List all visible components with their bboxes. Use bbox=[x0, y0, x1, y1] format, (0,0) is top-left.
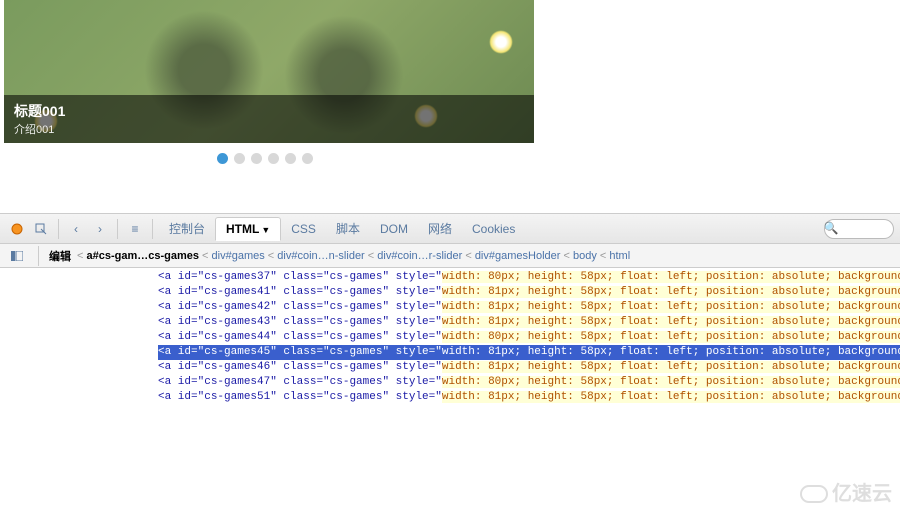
code-line[interactable]: <a id="cs-games42" class="cs-games" styl… bbox=[158, 300, 900, 315]
devtools-panel: ‹ › ≡ 控制台HTML▼CSS脚本DOM网络Cookies 🔍 编辑 < a… bbox=[0, 213, 900, 407]
breadcrumb-item[interactable]: div#coin…r-slider bbox=[377, 250, 462, 262]
breadcrumb-item[interactable]: div#gamesHolder bbox=[475, 250, 561, 262]
code-line[interactable]: <a id="cs-games43" class="cs-games" styl… bbox=[158, 315, 900, 330]
search-input[interactable] bbox=[824, 219, 894, 239]
code-line[interactable]: <a id="cs-games47" class="cs-games" styl… bbox=[158, 375, 900, 390]
firebug-icon[interactable] bbox=[6, 218, 28, 240]
carousel-dot[interactable] bbox=[234, 153, 245, 164]
left-pane-icon[interactable] bbox=[6, 245, 28, 267]
back-icon[interactable]: ‹ bbox=[65, 218, 87, 240]
breadcrumb-item[interactable]: body bbox=[573, 250, 597, 262]
carousel-dot[interactable] bbox=[217, 153, 228, 164]
code-line[interactable]: <a id="cs-games51" class="cs-games" styl… bbox=[158, 390, 900, 405]
devtools-tab[interactable]: DOM bbox=[370, 218, 418, 240]
carousel-dot[interactable] bbox=[268, 153, 279, 164]
code-line[interactable]: <a id="cs-games41" class="cs-games" styl… bbox=[158, 285, 900, 300]
html-code-view[interactable]: <a id="cs-games37" class="cs-games" styl… bbox=[0, 268, 900, 407]
breadcrumb-item[interactable]: html bbox=[609, 250, 630, 262]
devtools-tab[interactable]: Cookies bbox=[462, 218, 525, 240]
devtools-body: <a id="cs-games37" class="cs-games" styl… bbox=[0, 268, 900, 407]
edit-button[interactable]: 编辑 bbox=[49, 248, 71, 264]
image-carousel[interactable]: 标题001 介绍001 bbox=[4, 0, 534, 143]
search-wrap: 🔍 bbox=[806, 219, 894, 239]
caption-subtitle: 介绍001 bbox=[14, 121, 524, 137]
caption-title: 标题001 bbox=[14, 101, 524, 121]
devtools-tab[interactable]: 控制台 bbox=[159, 218, 215, 240]
devtools-tab[interactable]: CSS bbox=[281, 218, 326, 240]
code-line[interactable]: <a id="cs-games46" class="cs-games" styl… bbox=[158, 360, 900, 375]
carousel-caption: 标题001 介绍001 bbox=[4, 95, 534, 143]
devtools-tab[interactable]: 网络 bbox=[418, 218, 462, 240]
devtools-subbar: 编辑 < a#cs-gam…cs-games < div#games < div… bbox=[0, 244, 900, 268]
code-line[interactable]: <a id="cs-games45" class="cs-games" styl… bbox=[158, 345, 900, 360]
breadcrumb-item[interactable]: div#coin…n-slider bbox=[277, 250, 364, 262]
devtools-tab[interactable]: 脚本 bbox=[326, 218, 370, 240]
menu-icon[interactable]: ≡ bbox=[124, 218, 146, 240]
devtools-toolbar: ‹ › ≡ 控制台HTML▼CSS脚本DOM网络Cookies 🔍 bbox=[0, 214, 900, 244]
carousel-dot[interactable] bbox=[302, 153, 313, 164]
inspect-icon[interactable] bbox=[30, 218, 52, 240]
carousel-dot[interactable] bbox=[285, 153, 296, 164]
devtools-tab[interactable]: HTML▼ bbox=[215, 217, 281, 241]
breadcrumb-item[interactable]: a#cs-gam…cs-games bbox=[86, 250, 199, 262]
carousel-dot[interactable] bbox=[251, 153, 262, 164]
forward-icon[interactable]: › bbox=[89, 218, 111, 240]
carousel-dots bbox=[0, 153, 530, 167]
code-line[interactable]: <a id="cs-games37" class="cs-games" styl… bbox=[158, 270, 900, 285]
code-line[interactable]: <a id="cs-games44" class="cs-games" styl… bbox=[158, 330, 900, 345]
watermark: 亿速云 bbox=[800, 477, 892, 506]
breadcrumb-item[interactable]: div#games bbox=[212, 250, 265, 262]
